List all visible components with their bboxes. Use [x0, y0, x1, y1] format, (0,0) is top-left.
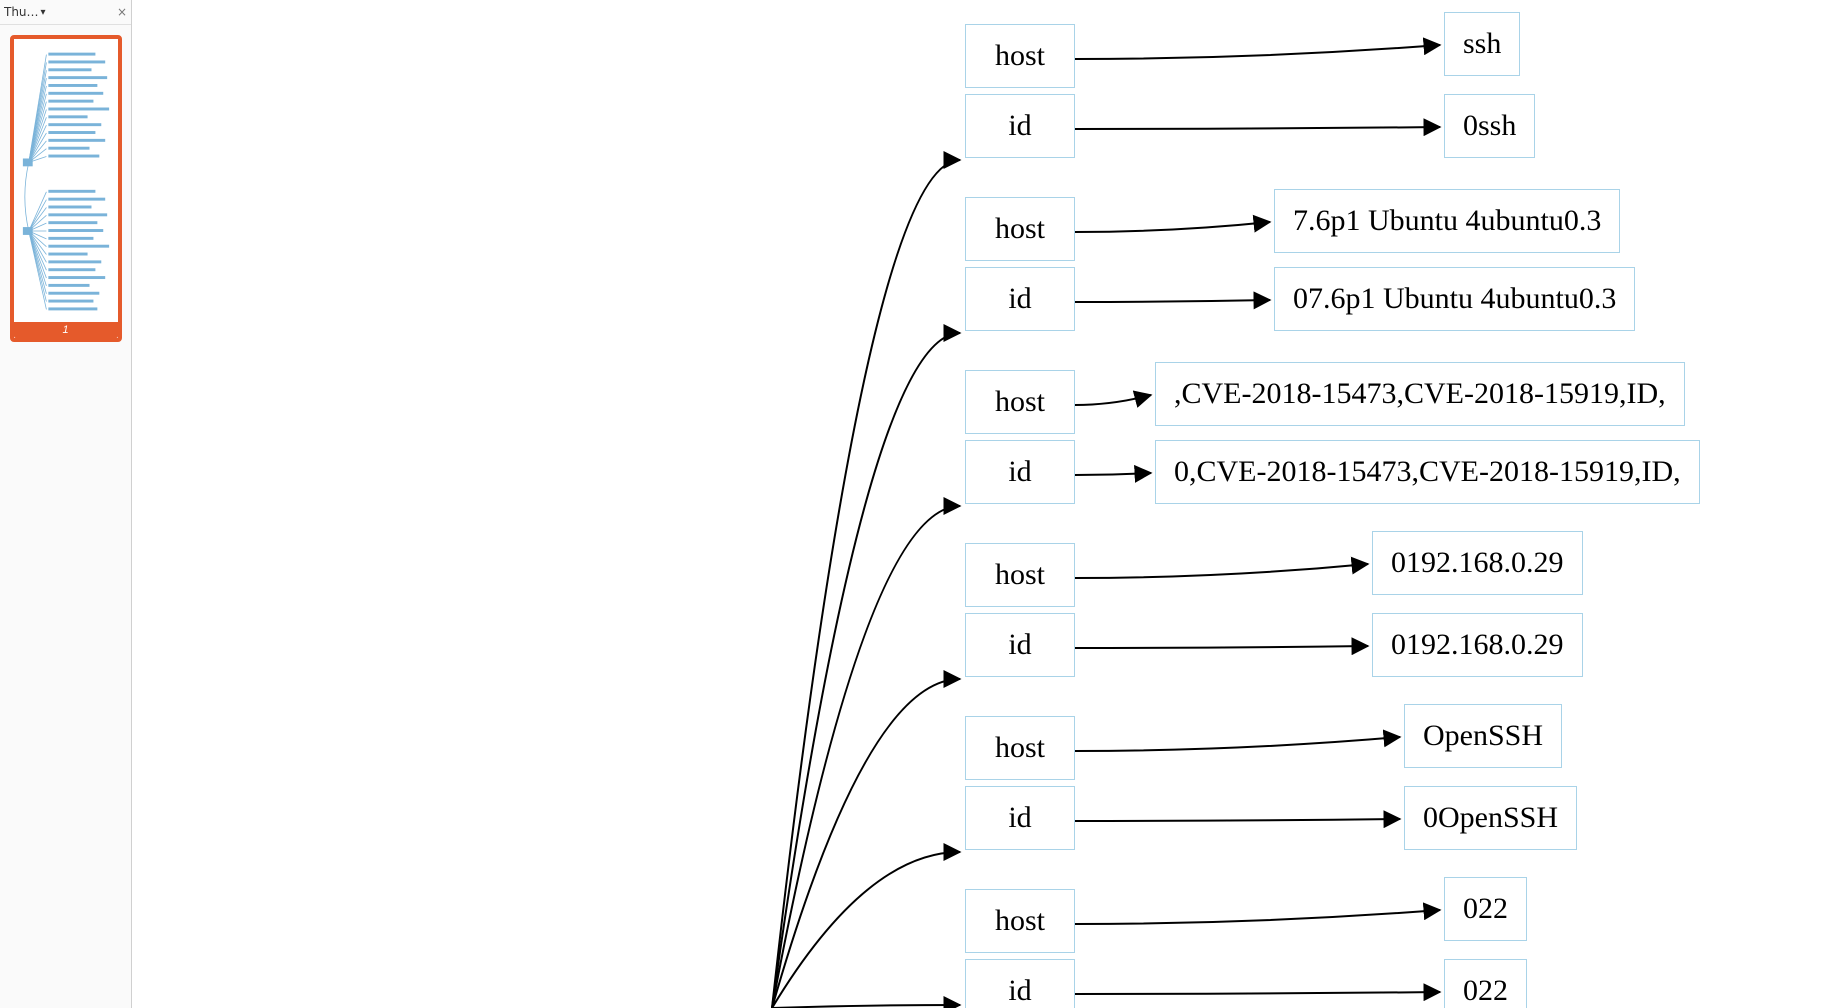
node-key-host: host: [965, 197, 1075, 261]
page-thumbnail[interactable]: 1: [10, 35, 122, 342]
thumbnail-preview-icon: [17, 42, 115, 322]
node-value-host: 022: [1444, 877, 1527, 941]
page-thumbnail-number: 1: [14, 322, 118, 338]
node-key-id: id: [965, 94, 1075, 158]
panel-tab-bar: Thu… ▾ ×: [0, 0, 131, 25]
node-value-id: 0OpenSSH: [1404, 786, 1577, 850]
node-key-host: host: [965, 370, 1075, 434]
panel-tab-thumbnails[interactable]: Thu…: [4, 5, 41, 19]
node-key-id: id: [965, 267, 1075, 331]
close-icon[interactable]: ×: [117, 5, 127, 19]
node-value-host: ssh: [1444, 12, 1520, 76]
node-key-id: id: [965, 613, 1075, 677]
node-value-id: 022: [1444, 959, 1527, 1008]
node-key-id: id: [965, 786, 1075, 850]
chevron-down-icon[interactable]: ▾: [41, 7, 52, 18]
page-thumbnail-card[interactable]: 1: [10, 35, 122, 342]
node-value-host: 0192.168.0.29: [1372, 531, 1583, 595]
node-value-host: 7.6p1 Ubuntu 4ubuntu0.3: [1274, 189, 1620, 253]
node-key-host: host: [965, 889, 1075, 953]
diagram-canvas[interactable]: hostidssh0sshhostid7.6p1 Ubuntu 4ubuntu0…: [132, 0, 1830, 1008]
node-key-id: id: [965, 440, 1075, 504]
node-value-id: 0ssh: [1444, 94, 1535, 158]
node-key-host: host: [965, 716, 1075, 780]
node-value-id: 0192.168.0.29: [1372, 613, 1583, 677]
thumbnail-panel: Thu… ▾ ×: [0, 0, 132, 1008]
node-value-host: ,CVE-2018-15473,CVE-2018-15919,ID,: [1155, 362, 1685, 426]
node-key-host: host: [965, 543, 1075, 607]
node-key-host: host: [965, 24, 1075, 88]
node-key-id: id: [965, 959, 1075, 1008]
node-value-host: OpenSSH: [1404, 704, 1562, 768]
node-value-id: 0,CVE-2018-15473,CVE-2018-15919,ID,: [1155, 440, 1700, 504]
node-value-id: 07.6p1 Ubuntu 4ubuntu0.3: [1274, 267, 1635, 331]
